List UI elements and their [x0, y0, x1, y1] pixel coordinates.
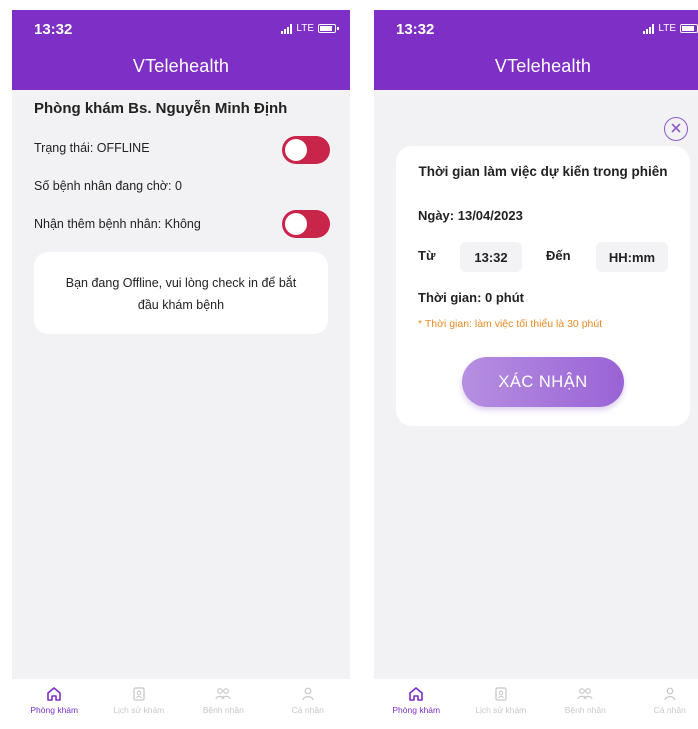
- home-icon: [44, 685, 64, 703]
- nav-label: Bệnh nhân: [564, 705, 606, 715]
- app-header: 13:32 LTE VTelehealth: [374, 10, 698, 90]
- accept-patients-label: Nhận thêm bệnh nhân: Không: [34, 217, 201, 231]
- clinic-screen: 13:32 LTE VTelehealth Phòng khám Bs. Ngu…: [12, 10, 350, 729]
- history-icon: [129, 685, 149, 703]
- status-time: 13:32: [396, 21, 435, 38]
- nav-label: Phòng khám: [392, 705, 441, 715]
- time-range-row: Từ 13:32 Đến HH:mm: [396, 242, 690, 272]
- waiting-count-label: Số bệnh nhân đang chờ: 0: [34, 179, 182, 193]
- status-toggle[interactable]: [282, 136, 330, 164]
- bottom-nav: Phòng khám Lịch sử khám Bệnh nhân Cá nhâ…: [12, 679, 350, 729]
- nav-label: Cá nhân: [291, 705, 324, 715]
- home-icon: [406, 685, 426, 703]
- nav-item-profile[interactable]: Cá nhân: [266, 679, 351, 729]
- duration-label: Thời gian: 0 phút: [418, 290, 525, 305]
- status-indicators: LTE: [281, 23, 339, 34]
- battery-icon: [680, 24, 698, 33]
- bottom-nav: Phòng khám Lịch sử khám Bệnh nhân Cá nhâ…: [374, 679, 698, 729]
- nav-item-clinic[interactable]: Phòng khám: [374, 679, 459, 729]
- date-label: Ngày: 13/04/2023: [418, 208, 523, 223]
- close-button[interactable]: [664, 117, 688, 141]
- accept-patients-toggle[interactable]: [282, 210, 330, 238]
- nav-item-patients[interactable]: Bệnh nhân: [181, 679, 266, 729]
- profile-icon: [660, 685, 680, 703]
- offline-message: Bạn đang Offline, vui lòng check in để b…: [65, 276, 297, 312]
- app-header: 13:32 LTE VTelehealth: [12, 10, 350, 90]
- nav-item-clinic[interactable]: Phòng khám: [12, 679, 97, 729]
- confirm-button[interactable]: XÁC NHẬN: [462, 357, 624, 407]
- signal-icon: [643, 23, 655, 34]
- status-label: Trạng thái: OFFLINE: [34, 141, 150, 155]
- signal-icon: [281, 23, 293, 34]
- from-time-input[interactable]: 13:32: [460, 242, 522, 272]
- checkin-screen: 13:32 LTE VTelehealth Thời gian làm việc…: [374, 10, 698, 729]
- nav-label: Bệnh nhân: [202, 705, 244, 715]
- checkin-modal: Thời gian làm việc dự kiến trong phiên N…: [396, 146, 690, 426]
- nav-item-profile[interactable]: Cá nhân: [628, 679, 698, 729]
- minimum-time-note: * Thời gian: làm việc tối thiểu là 30 ph…: [418, 318, 603, 330]
- patients-icon: [575, 685, 595, 703]
- to-time-input[interactable]: HH:mm: [596, 242, 668, 272]
- offline-info-card: Bạn đang Offline, vui lòng check in để b…: [34, 252, 328, 334]
- from-label: Từ: [418, 248, 436, 263]
- clinic-title: Phòng khám Bs. Nguyễn Minh Định: [34, 100, 288, 117]
- nav-item-patients[interactable]: Bệnh nhân: [543, 679, 628, 729]
- nav-item-history[interactable]: Lịch sử khám: [459, 679, 544, 729]
- modal-title: Thời gian làm việc dự kiến trong phiên: [418, 164, 668, 179]
- history-icon: [491, 685, 511, 703]
- nav-item-history[interactable]: Lịch sử khám: [97, 679, 182, 729]
- profile-icon: [298, 685, 318, 703]
- patients-icon: [213, 685, 233, 703]
- toggle-knob: [285, 213, 307, 235]
- close-icon: [671, 120, 681, 138]
- app-title: VTelehealth: [494, 56, 592, 76]
- status-indicators: LTE: [643, 23, 698, 34]
- nav-label: Cá nhân: [653, 705, 686, 715]
- toggle-knob: [285, 139, 307, 161]
- status-time: 13:32: [34, 21, 73, 38]
- to-label: Đến: [546, 248, 571, 263]
- battery-icon: [318, 24, 339, 33]
- app-title: VTelehealth: [132, 56, 230, 76]
- network-label: LTE: [296, 23, 314, 34]
- nav-label: Phòng khám: [30, 705, 79, 715]
- nav-label: Lịch sử khám: [113, 705, 165, 715]
- network-label: LTE: [658, 23, 676, 34]
- nav-label: Lịch sử khám: [475, 705, 527, 715]
